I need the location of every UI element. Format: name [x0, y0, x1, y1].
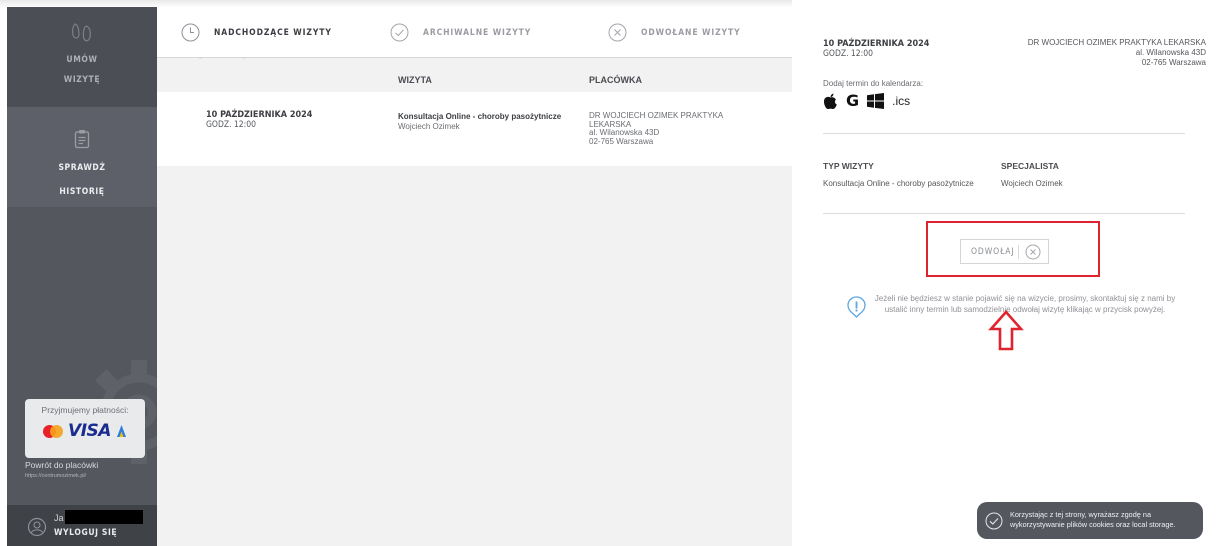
divider [823, 213, 1185, 214]
check-history-label-2: HISTORIĘ [59, 187, 105, 197]
column-header-visit: WIZYTA [398, 75, 432, 85]
appointment-visit-type: Konsultacja Online - choroby pasożytnicz… [398, 112, 562, 121]
check-circle-icon [390, 23, 409, 42]
appointment-clinic: DR WOJCIECH OZIMEK PRAKTYKA LEKARSKA al.… [589, 111, 749, 147]
x-circle-icon [608, 23, 627, 42]
footprint-icon [72, 23, 91, 42]
sidebar: UMÓW WIZYTĘ SPRAWDŹ HISTORIĘ Przyjmujemy… [7, 7, 157, 546]
mastercard-icon [43, 424, 64, 438]
ics-download-link[interactable]: .ics [892, 94, 910, 108]
back-to-clinic-link[interactable]: Powrót do placówki https://centrumozimek… [25, 460, 155, 479]
user-area: Ja WYLOGUJ SIĘ [7, 505, 157, 546]
cancellation-info-text: Jeżeli nie będziesz w stanie pojawić się… [874, 294, 1176, 315]
user-avatar-icon [27, 517, 47, 537]
tab-upcoming-label: NADCHODZĄCE WIZYTY [214, 27, 332, 38]
add-to-calendar-label: Dodaj termin do kalendarza: [823, 79, 924, 88]
payments-label: Przyjmujemy płatności: [41, 405, 129, 415]
column-header-clinic: PLACÓWKA [589, 75, 642, 85]
apple-icon[interactable] [823, 93, 838, 110]
clipboard-icon [74, 130, 90, 149]
specialist-header: SPECJALISTA [1001, 161, 1059, 171]
payment-methods-box: Przyjmujemy płatności: VISA [25, 399, 145, 458]
book-visit-label-1: UMÓW [66, 55, 98, 65]
divider [823, 133, 1185, 134]
redacted-name-block [65, 510, 143, 524]
tab-cancelled-visits[interactable]: ODWOŁANE WIZYTY [608, 7, 741, 58]
table-header: WIZYTA PLACÓWKA [157, 59, 792, 92]
user-name: Ja [54, 513, 64, 523]
visit-type-header: TYP WIZYTY [823, 161, 874, 171]
clinic-line: 02-765 Warszawa [589, 137, 654, 147]
windows-icon[interactable] [867, 93, 885, 109]
google-icon[interactable]: G [846, 92, 859, 110]
back-link-label: Powrót do placówki [25, 460, 99, 470]
detail-date: 10 PAŹDZIERNIKA 2024 [823, 39, 930, 49]
detail-clinic-line: 02-765 Warszawa [1141, 58, 1206, 67]
check-history-label-1: SPRAWDŹ [58, 163, 106, 173]
tab-archived-visits[interactable]: ARCHIWALNE WIZYTY [390, 7, 531, 58]
info-icon [847, 296, 866, 318]
detail-time: GODZ. 12:00 [823, 49, 873, 59]
back-link-url: https://centrumozimek.pl/ [25, 473, 87, 479]
visit-type-value: Konsultacja Online - choroby pasożytnicz… [823, 179, 974, 188]
logout-button[interactable]: WYLOGUJ SIĘ [54, 528, 117, 538]
patient-portal-page: UMÓW WIZYTĘ SPRAWDŹ HISTORIĘ Przyjmujemy… [0, 0, 1218, 546]
appointment-time: GODZ. 12:00 [206, 120, 256, 130]
appointment-detail-panel: 10 PAŹDZIERNIKA 2024 GODZ. 12:00 DR WOJC… [792, 0, 1218, 546]
tab-archived-label: ARCHIWALNE WIZYTY [423, 27, 532, 38]
cookie-consent-banner[interactable]: Korzystając z tej strony, wyrażasz zgodę… [977, 502, 1203, 539]
tab-cancelled-label: ODWOŁANE WIZYTY [641, 27, 741, 38]
appointments-panel: NADCHODZĄCE WIZYTY ARCHIWALNE WIZYTY ODW… [157, 7, 792, 546]
cookie-consent-text: Korzystając z tej strony, wyrażasz zgodę… [1010, 510, 1176, 529]
visa-icon: VISA [68, 421, 111, 441]
clock-icon [181, 23, 200, 42]
annotation-highlight-box [926, 221, 1100, 277]
sidebar-item-check-history[interactable]: SPRAWDŹ HISTORIĘ [7, 107, 157, 207]
table-row[interactable]: 10 PAŹDZIERNIKA 2024 GODZ. 12:00 Konsult… [157, 92, 792, 166]
up-arrow-icon [988, 310, 1024, 351]
check-circle-icon [985, 512, 1003, 530]
tab-bar: NADCHODZĄCE WIZYTY ARCHIWALNE WIZYTY ODW… [157, 7, 792, 70]
appointment-doctor: Wojciech Ozimek [398, 122, 460, 131]
detail-clinic: DR WOJCIECH OZIMEK PRAKTYKA LEKARSKA al.… [986, 38, 1206, 68]
sidebar-item-book-visit[interactable]: UMÓW WIZYTĘ [7, 7, 157, 107]
calendar-links: G .ics [823, 92, 910, 110]
book-visit-label-2: WIZYTĘ [63, 75, 101, 85]
payment-logos: VISA [25, 421, 145, 441]
appointment-date: 10 PAŹDZIERNIKA 2024 [206, 110, 313, 120]
detail-clinic-line: DR WOJCIECH OZIMEK PRAKTYKA LEKARSKA [1027, 38, 1206, 47]
tab-upcoming-visits[interactable]: NADCHODZĄCE WIZYTY [181, 7, 332, 58]
specialist-value: Wojciech Ozimek [1001, 179, 1063, 188]
detail-clinic-line: al. Wilanowska 43D [1135, 48, 1206, 57]
blik-icon [116, 425, 126, 437]
